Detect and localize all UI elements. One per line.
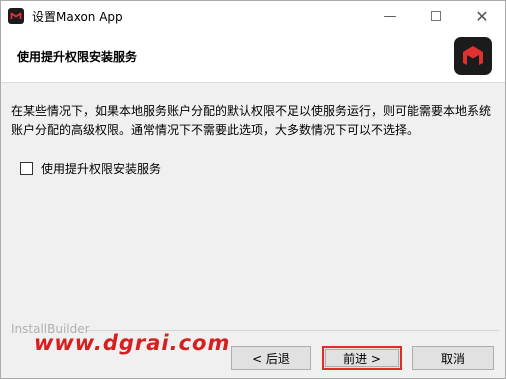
next-button[interactable]: 前进 > xyxy=(322,346,402,370)
maxon-logo-icon xyxy=(454,37,492,75)
cancel-button[interactable]: 取消 xyxy=(412,346,494,370)
installer-window: 设置Maxon App — ✕ 使用提升权限安装服务 在某些情况下，如果本地服务… xyxy=(0,0,506,379)
minimize-icon: — xyxy=(383,8,397,24)
content-area: 在某些情况下，如果本地服务账户分配的默认权限不足以使服务运行，则可能需要本地系统… xyxy=(1,84,505,324)
maxon-app-icon xyxy=(8,8,24,24)
close-button[interactable]: ✕ xyxy=(459,1,505,31)
checkbox-label[interactable]: 使用提升权限安装服务 xyxy=(41,160,161,177)
back-button[interactable]: < 后退 xyxy=(231,346,311,370)
elevated-privileges-option[interactable]: 使用提升权限安装服务 xyxy=(20,160,161,177)
title-bar[interactable]: 设置Maxon App — ✕ xyxy=(1,1,505,31)
watermark-text: www.dgrai.com xyxy=(34,331,231,355)
page-title: 使用提升权限安装服务 xyxy=(17,50,138,64)
maximize-icon xyxy=(431,11,441,21)
window-title: 设置Maxon App xyxy=(32,10,123,24)
elevated-privileges-checkbox[interactable] xyxy=(20,162,33,175)
close-icon: ✕ xyxy=(475,6,489,26)
page-header: 使用提升权限安装服务 xyxy=(1,31,505,83)
maximize-button[interactable] xyxy=(413,1,459,31)
minimize-button[interactable]: — xyxy=(367,1,413,31)
description-text: 在某些情况下，如果本地服务账户分配的默认权限不足以使服务运行，则可能需要本地系统… xyxy=(11,104,492,137)
